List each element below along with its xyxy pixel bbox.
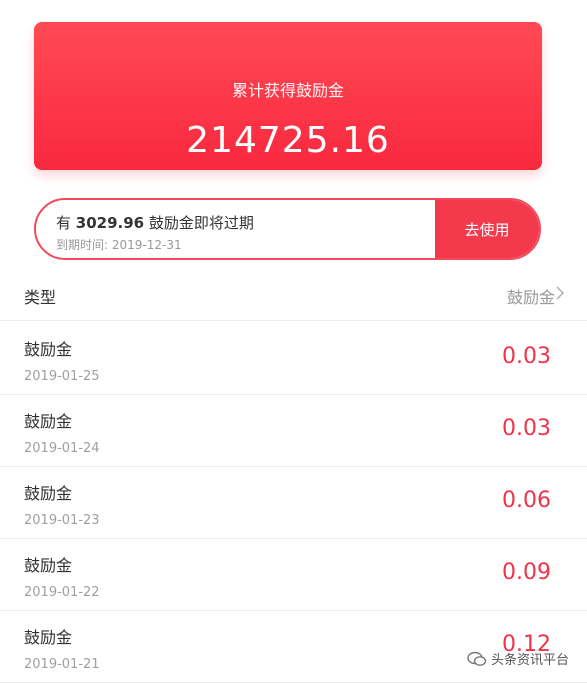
item-name: 鼓励金 xyxy=(24,340,73,359)
type-filter[interactable]: 鼓励金 xyxy=(507,284,555,308)
item-name: 鼓励金 xyxy=(24,628,73,647)
item-amount: 0.09 xyxy=(502,560,551,585)
watermark: 头条资讯平台 xyxy=(467,649,569,668)
item-date: 2019-01-24 xyxy=(24,441,100,456)
expiry-amount: 3029.96 xyxy=(75,214,145,232)
type-label: 类型 xyxy=(24,288,57,307)
item-date: 2019-01-23 xyxy=(24,513,100,528)
total-reward-title: 累计获得鼓励金 xyxy=(231,81,344,100)
item-amount: 0.06 xyxy=(502,488,551,513)
total-reward-amount: 214725.16 xyxy=(186,120,390,161)
total-reward-card: 累计获得鼓励金 214725.16 xyxy=(34,22,542,170)
item-date: 2019-01-22 xyxy=(24,585,100,600)
expiry-notice: 有 3029.96 鼓励金即将过期 到期时间: 2019-12-31 去使用 xyxy=(34,198,541,260)
item-date: 2019-01-21 xyxy=(24,657,100,672)
expiry-date: 到期时间: 2019-12-31 xyxy=(56,238,182,252)
item-amount: 0.03 xyxy=(502,416,551,441)
list-item[interactable]: 鼓励金 2019-01-23 0.06 xyxy=(0,466,587,539)
item-date: 2019-01-25 xyxy=(24,369,100,384)
list-item[interactable]: 鼓励金 2019-01-21 0.12 xyxy=(0,610,587,683)
item-name: 鼓励金 xyxy=(24,484,73,503)
use-now-button[interactable]: 去使用 xyxy=(435,200,539,258)
item-name: 鼓励金 xyxy=(24,412,73,431)
wechat-icon xyxy=(467,651,487,667)
expiry-message: 有 3029.96 鼓励金即将过期 xyxy=(56,214,254,232)
list-item[interactable]: 鼓励金 2019-01-24 0.03 xyxy=(0,394,587,467)
list-item[interactable]: 鼓励金 2019-01-25 0.03 xyxy=(0,322,587,395)
watermark-text: 头条资讯平台 xyxy=(490,653,569,668)
item-amount: 0.03 xyxy=(502,344,551,369)
list-header: 类型 鼓励金 xyxy=(0,270,587,321)
chevron-right-icon[interactable] xyxy=(555,282,565,306)
list-item[interactable]: 鼓励金 2019-01-22 0.09 xyxy=(0,538,587,611)
item-name: 鼓励金 xyxy=(24,556,73,575)
